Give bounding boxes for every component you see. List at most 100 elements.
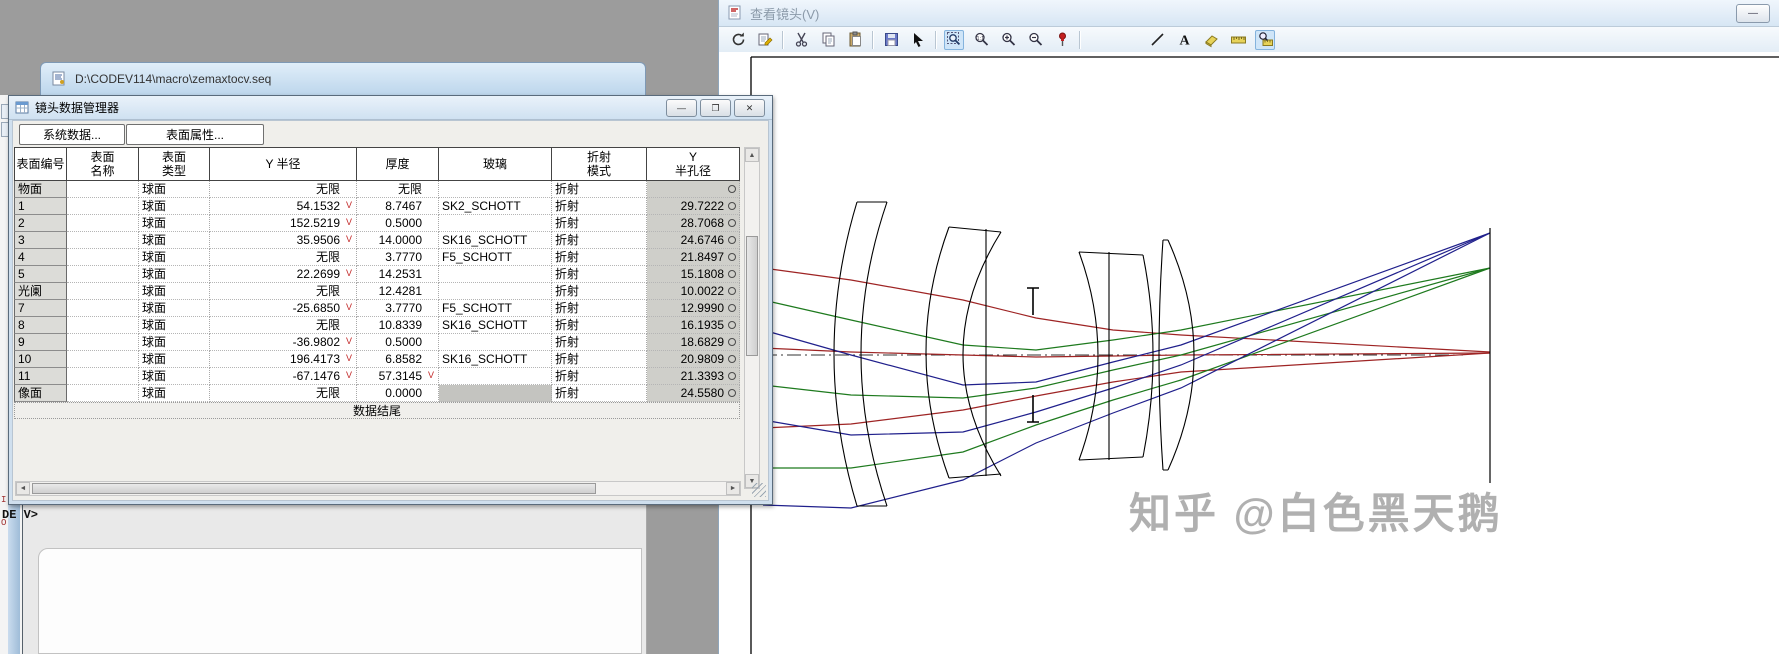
thickness-cell[interactable]: 10.8339 — [357, 317, 439, 334]
semi-aperture-cell[interactable] — [647, 181, 740, 198]
zoom-out-icon[interactable] — [1025, 30, 1045, 50]
semi-aperture-cell[interactable]: 21.8497 — [647, 249, 740, 266]
glass-cell[interactable] — [439, 283, 552, 300]
row-header-cell[interactable]: 3 — [14, 232, 67, 249]
aperture-solve-icon[interactable] — [728, 338, 736, 346]
glass-cell[interactable] — [439, 266, 552, 283]
surface-name-cell[interactable] — [67, 351, 139, 368]
radius-cell[interactable]: 无限 — [210, 181, 357, 198]
aperture-solve-icon[interactable] — [728, 304, 736, 312]
aperture-solve-icon[interactable] — [728, 355, 736, 363]
surface-name-cell[interactable] — [67, 215, 139, 232]
command-output-area[interactable] — [38, 548, 642, 654]
surface-name-cell[interactable] — [67, 198, 139, 215]
surface-type-cell[interactable]: 球面 — [139, 198, 210, 215]
radius-cell[interactable]: 无限 — [210, 385, 357, 402]
close-button[interactable]: ✕ — [734, 99, 765, 117]
pin-icon[interactable] — [1052, 30, 1072, 50]
thickness-cell[interactable]: 3.7770 — [357, 249, 439, 266]
radius-cell[interactable]: 无限 — [210, 317, 357, 334]
refresh-icon[interactable] — [728, 30, 748, 50]
lens-view-titlebar[interactable]: 查看镜头(V) — — [719, 0, 1779, 27]
thickness-cell[interactable]: 8.7467 — [357, 198, 439, 215]
surface-name-cell[interactable] — [67, 334, 139, 351]
row-header-cell[interactable]: 8 — [14, 317, 67, 334]
aperture-solve-icon[interactable] — [728, 321, 736, 329]
radius-cell[interactable]: -67.1476 V — [210, 368, 357, 385]
lens-layout-canvas[interactable]: 知乎 @白色黑天鹅 — [719, 52, 1779, 654]
codev-window-titlebar[interactable]: D:\CODEV114\macro\zemaxtocv.seq — [40, 62, 646, 95]
surface-type-cell[interactable]: 球面 — [139, 232, 210, 249]
eraser-icon[interactable] — [1201, 30, 1221, 50]
refract-mode-cell[interactable]: 折射 — [552, 283, 647, 300]
surface-name-cell[interactable] — [67, 249, 139, 266]
radius-cell[interactable]: 无限 — [210, 283, 357, 300]
radius-cell[interactable]: 35.9506 V — [210, 232, 357, 249]
surface-name-cell[interactable] — [67, 300, 139, 317]
refract-mode-cell[interactable]: 折射 — [552, 300, 647, 317]
refract-mode-cell[interactable]: 折射 — [552, 351, 647, 368]
refract-mode-cell[interactable]: 折射 — [552, 249, 647, 266]
surface-type-cell[interactable]: 球面 — [139, 215, 210, 232]
radius-cell[interactable]: 54.1532 V — [210, 198, 357, 215]
surface-type-cell[interactable]: 球面 — [139, 351, 210, 368]
cut-icon[interactable] — [791, 30, 811, 50]
surface-properties-button[interactable]: 表面属性... — [126, 124, 264, 145]
minimize-button[interactable]: — — [666, 99, 697, 117]
thickness-cell[interactable]: 0.5000 — [357, 334, 439, 351]
scroll-right-arrow[interactable]: ► — [726, 482, 740, 495]
thickness-cell[interactable]: 0.5000 — [357, 215, 439, 232]
semi-aperture-cell[interactable]: 12.9990 — [647, 300, 740, 317]
aperture-solve-icon[interactable] — [728, 253, 736, 261]
row-header-cell[interactable]: 4 — [14, 249, 67, 266]
surface-name-cell[interactable] — [67, 181, 139, 198]
semi-aperture-cell[interactable]: 21.3393 — [647, 368, 740, 385]
semi-aperture-cell[interactable]: 16.1935 — [647, 317, 740, 334]
measure-zoom-icon[interactable] — [1255, 29, 1275, 50]
refract-mode-cell[interactable]: 折射 — [552, 334, 647, 351]
semi-aperture-cell[interactable]: 24.5580 — [647, 385, 740, 402]
aperture-solve-icon[interactable] — [728, 270, 736, 278]
pointer-icon[interactable] — [908, 30, 928, 50]
refract-mode-cell[interactable]: 折射 — [552, 368, 647, 385]
glass-cell[interactable]: F5_SCHOTT — [439, 300, 552, 317]
zoom-in-icon[interactable] — [998, 30, 1018, 50]
surface-name-cell[interactable] — [67, 385, 139, 402]
surface-type-cell[interactable]: 球面 — [139, 266, 210, 283]
glass-cell[interactable]: SK16_SCHOTT — [439, 232, 552, 249]
surface-type-cell[interactable]: 球面 — [139, 249, 210, 266]
semi-aperture-cell[interactable]: 24.6746 — [647, 232, 740, 249]
surface-name-cell[interactable] — [67, 266, 139, 283]
row-header-cell[interactable]: 11 — [14, 368, 67, 385]
glass-cell[interactable]: SK16_SCHOTT — [439, 317, 552, 334]
zoom-window-icon[interactable] — [944, 29, 964, 50]
thickness-cell[interactable]: 57.3145 V — [357, 368, 439, 385]
zoom-1to1-icon[interactable]: 1:1 — [971, 30, 991, 50]
refract-mode-cell[interactable]: 折射 — [552, 232, 647, 249]
thickness-cell[interactable]: 12.4281 — [357, 283, 439, 300]
radius-cell[interactable]: 152.5219 V — [210, 215, 357, 232]
row-header-cell[interactable]: 2 — [14, 215, 67, 232]
horizontal-scroll-thumb[interactable] — [32, 483, 596, 494]
semi-aperture-cell[interactable]: 10.0022 — [647, 283, 740, 300]
aperture-solve-icon[interactable] — [728, 202, 736, 210]
semi-aperture-cell[interactable]: 28.7068 — [647, 215, 740, 232]
aperture-solve-icon[interactable] — [728, 219, 736, 227]
surface-type-cell[interactable]: 球面 — [139, 181, 210, 198]
aperture-solve-icon[interactable] — [728, 287, 736, 295]
semi-aperture-cell[interactable]: 15.1808 — [647, 266, 740, 283]
thickness-cell[interactable]: 6.8582 — [357, 351, 439, 368]
thickness-cell[interactable]: 14.0000 — [357, 232, 439, 249]
text-tool-icon[interactable]: A — [1174, 30, 1194, 50]
refract-mode-cell[interactable]: 折射 — [552, 266, 647, 283]
copy-icon[interactable] — [818, 30, 838, 50]
surface-type-cell[interactable]: 球面 — [139, 368, 210, 385]
row-header-cell[interactable]: 9 — [14, 334, 67, 351]
glass-cell[interactable]: SK16_SCHOTT — [439, 351, 552, 368]
row-header-cell[interactable]: 1 — [14, 198, 67, 215]
glass-cell[interactable]: SK2_SCHOTT — [439, 198, 552, 215]
glass-cell[interactable]: F5_SCHOTT — [439, 249, 552, 266]
glass-cell[interactable] — [439, 368, 552, 385]
vertical-scroll-thumb[interactable] — [746, 236, 758, 356]
row-header-cell[interactable]: 5 — [14, 266, 67, 283]
